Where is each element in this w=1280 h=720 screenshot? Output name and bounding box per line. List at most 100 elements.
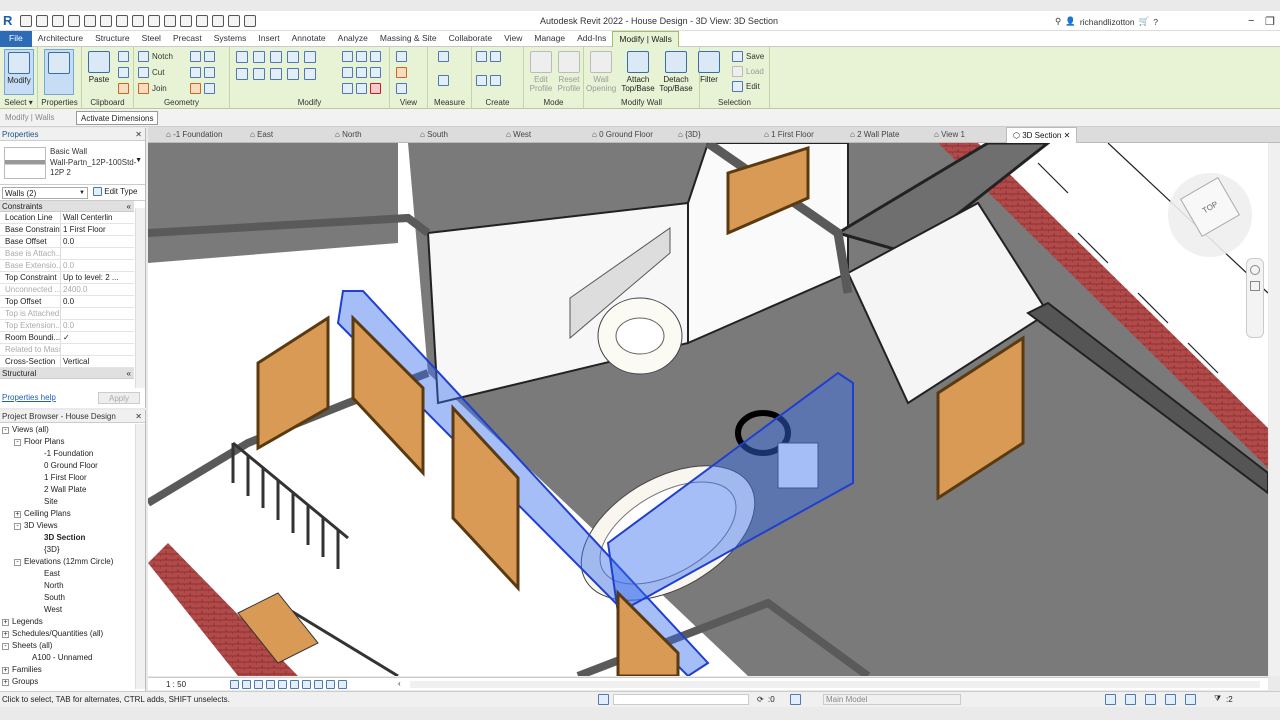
constraints-section[interactable]: Constraints « [0,201,134,212]
browser-item[interactable]: -3D Views [0,520,134,532]
geom-tool-3[interactable] [190,83,215,94]
property-row[interactable]: Top is Attached [0,308,134,320]
browser-item[interactable]: South [0,592,134,604]
view-tab[interactable]: ⌂ -1 Foundation [166,127,222,143]
sync-icon[interactable] [68,15,80,27]
view-tab[interactable]: ⌂ 2 Wall Plate [850,127,899,143]
expand-icon[interactable]: + [2,619,9,626]
wall-opening-button[interactable]: Wall Opening [586,49,616,95]
property-row[interactable]: Base is Attach... [0,248,134,260]
property-value[interactable]: 0.0 [61,236,134,247]
chevron-down-icon[interactable]: ▼ [135,157,142,164]
zoom-icon[interactable] [1250,281,1260,291]
properties-button[interactable] [44,49,74,95]
user-account[interactable]: ⚲ 👤 richandlizotton 🛒 ? [1055,16,1158,27]
browser-item[interactable]: 0 Ground Floor [0,460,134,472]
shadows-icon[interactable] [266,680,275,689]
property-row[interactable]: Top Offset 0.0 [0,296,134,308]
ribbon-tab-steel[interactable]: Steel [136,31,167,47]
modify-small-tools-2[interactable] [342,67,381,78]
property-row[interactable]: Base Offset 0.0 [0,236,134,248]
ribbon-tab-collaborate[interactable]: Collaborate [443,31,498,47]
save-icon[interactable] [52,15,64,27]
property-row[interactable]: Room Boundi... ✓ [0,332,134,344]
property-value[interactable]: 0.0 [61,296,134,307]
property-value[interactable]: 0.0 [61,260,134,271]
navigation-bar[interactable] [1246,258,1264,338]
collapse-icon[interactable]: « [127,201,131,212]
copy-button[interactable] [118,67,129,78]
geom-tool-2[interactable] [190,67,215,78]
cart-icon[interactable]: 🛒 [1139,16,1150,27]
collapse-icon[interactable]: - [2,427,9,434]
property-row[interactable]: Unconnected ... 2400.0 [0,284,134,296]
property-value[interactable]: ✓ [61,332,134,343]
ribbon-tab-analyze[interactable]: Analyze [332,31,374,47]
worksets-icon[interactable] [598,694,609,705]
visual-style-icon[interactable] [242,680,251,689]
reset-profile-button[interactable]: Reset Profile [554,49,584,95]
browser-item[interactable]: A100 - Unnamed [0,652,134,664]
minimize-icon[interactable]: − [1248,15,1254,27]
mirror-icon[interactable] [270,51,282,63]
mirror-draw-icon[interactable] [287,51,299,63]
editable-only-icon[interactable]: ⟳ [757,695,764,704]
detail-level-icon[interactable] [230,680,239,689]
lock-3d-icon[interactable] [314,680,323,689]
collapse-icon[interactable]: « [127,368,131,379]
view-tab[interactable]: ⌂ West [506,127,531,143]
ribbon-tab-architecture[interactable]: Architecture [32,31,89,47]
help-icon[interactable]: ? [1153,17,1158,27]
browser-item[interactable]: 2 Wall Plate [0,484,134,496]
modify-small-tools-3[interactable] [342,83,381,94]
thin-lines-icon[interactable] [212,15,224,27]
close-icon[interactable]: ✕ [135,128,142,141]
notch-button[interactable]: Notch [138,51,173,62]
linework-button[interactable] [396,83,407,94]
measure-button[interactable] [438,51,449,62]
steering-wheel-icon[interactable] [1250,265,1260,275]
override-button[interactable] [396,67,407,78]
view-tab[interactable]: ⌂ 1 First Floor [764,127,814,143]
filter-button[interactable]: Filter [694,49,724,95]
view-tab[interactable]: ⌂ View 1 [934,127,965,143]
modify-button[interactable]: Modify [4,49,34,95]
browser-item[interactable]: -1 Foundation [0,448,134,460]
properties-help-link[interactable]: Properties help [2,393,56,402]
edit-profile-button[interactable]: Edit Profile [526,49,556,95]
browser-item[interactable]: Site [0,496,134,508]
horizontal-scrollbar[interactable] [410,681,1260,688]
browser-item[interactable]: + Groups [0,676,134,688]
save-selection-button[interactable]: Save [732,51,764,62]
offset-icon[interactable] [253,51,265,63]
user-name[interactable]: richandlizotton [1080,17,1135,27]
view-tab[interactable]: ⌂ North [335,127,362,143]
workset-dropdown[interactable] [613,694,749,705]
sun-path-icon[interactable] [254,680,263,689]
3d-view-icon[interactable] [180,15,192,27]
property-value[interactable]: 2400.0 [61,284,134,295]
collapse-icon[interactable]: - [14,439,21,446]
apply-button[interactable]: Apply [98,392,140,404]
collapse-icon[interactable]: - [14,559,21,566]
view-scale[interactable]: 1 : 50 [166,680,186,689]
redo-icon[interactable] [100,15,112,27]
cope-button[interactable] [118,51,129,62]
temporary-hide-icon[interactable] [326,680,335,689]
browser-item[interactable]: + Ceiling Plans [0,508,134,520]
browser-item[interactable]: + Schedules/Quantities (all) [0,628,134,640]
select-links-icon[interactable] [1105,694,1116,705]
property-value[interactable]: Up to level: 2 ... [61,272,134,283]
view-tab[interactable]: ⌂ South [420,127,448,143]
browser-item[interactable]: 1 First Floor [0,472,134,484]
select-pinned-icon[interactable] [1145,694,1156,705]
revit-logo-icon[interactable]: R [3,13,15,28]
property-value[interactable]: 0.0 [61,320,134,331]
property-row[interactable]: Top Constraint Up to level: 2 ... [0,272,134,284]
crop-icon[interactable] [290,680,299,689]
expand-icon[interactable]: + [2,679,9,686]
expand-icon[interactable]: + [2,667,9,674]
properties-scrollbar[interactable] [135,208,145,388]
print-icon[interactable] [116,15,128,27]
ribbon-tab-massing-site[interactable]: Massing & Site [374,31,443,47]
